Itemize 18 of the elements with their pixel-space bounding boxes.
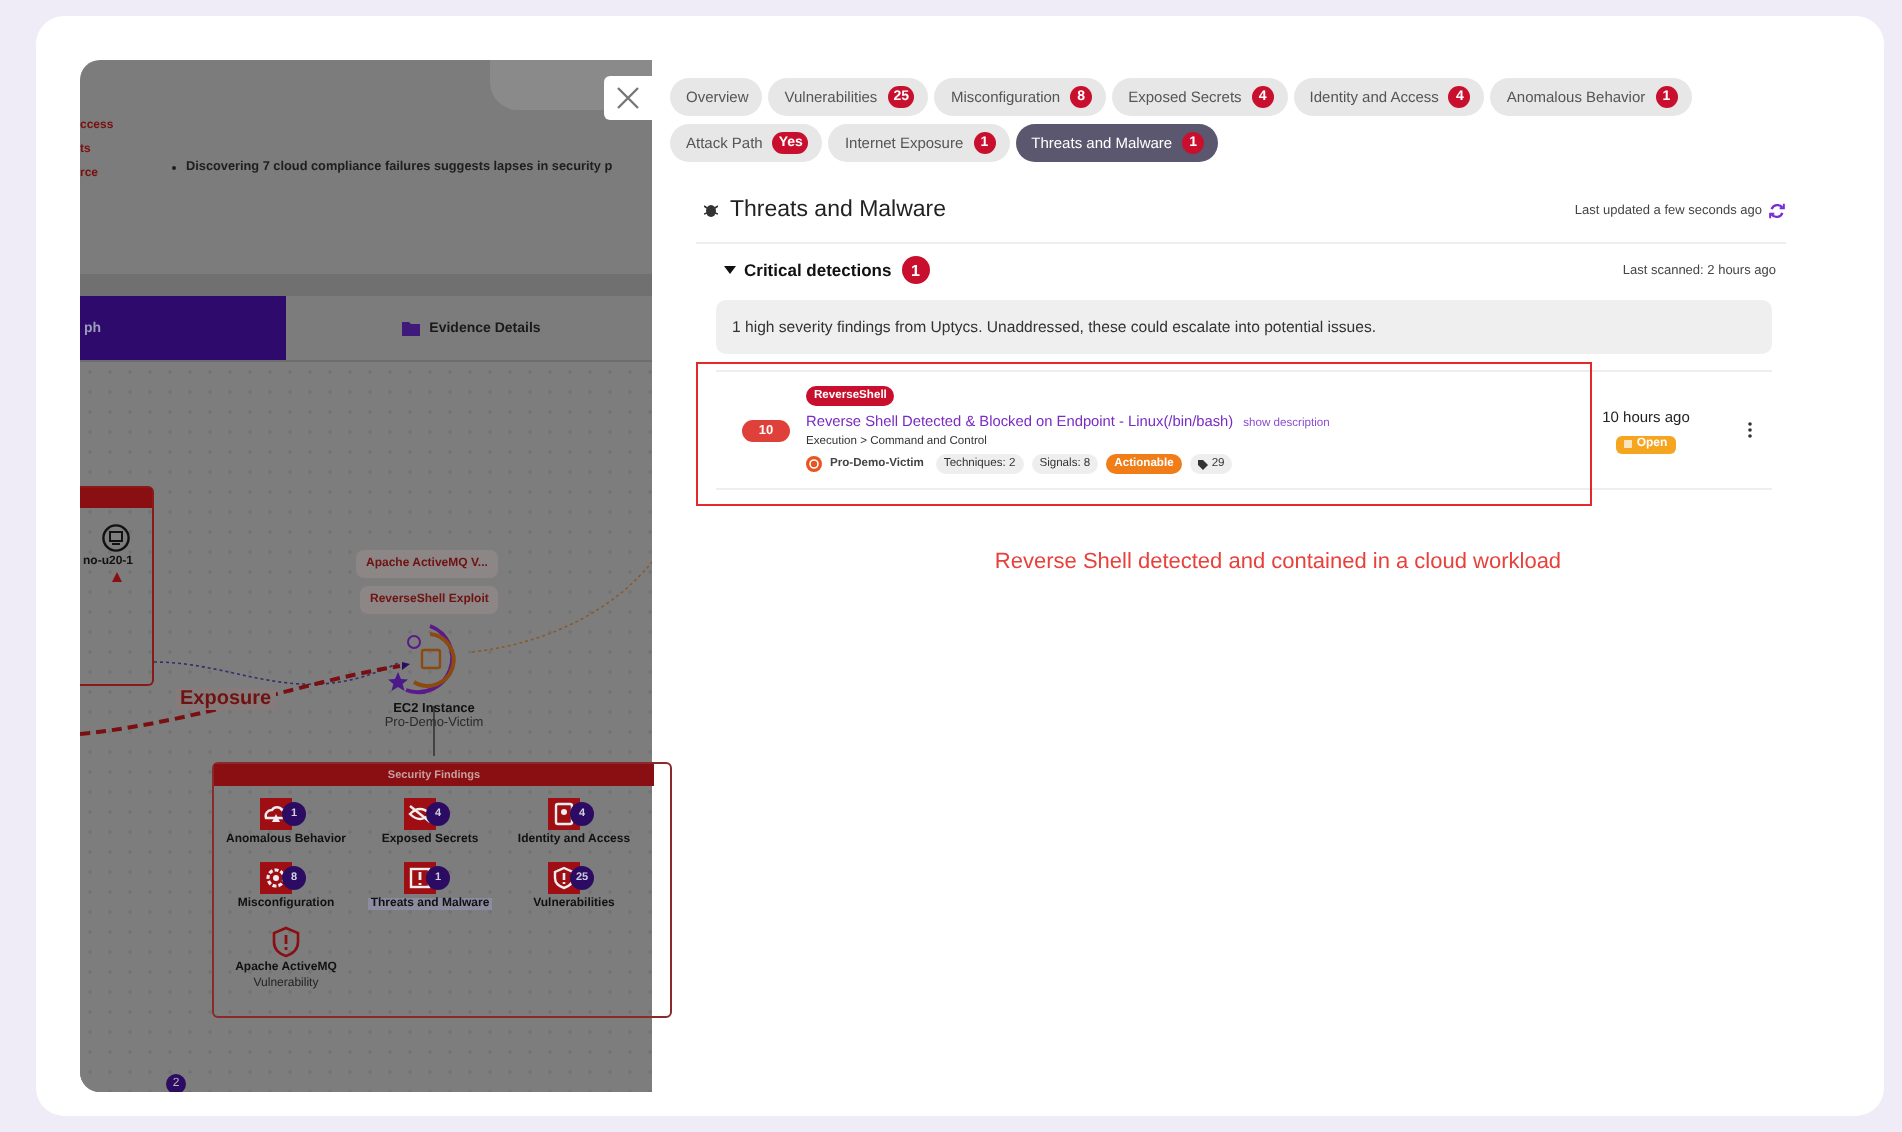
shield-icon bbox=[272, 926, 300, 958]
count-badge: 1 bbox=[901, 256, 930, 284]
tag-icon bbox=[1197, 459, 1208, 469]
refresh-icon[interactable] bbox=[1768, 201, 1786, 219]
edge-label: Exposure bbox=[176, 688, 276, 710]
folder-icon bbox=[401, 321, 420, 335]
warning-icon bbox=[111, 572, 121, 582]
section-title: Threats and Malware bbox=[730, 198, 947, 222]
annotation-caption: Reverse Shell detected and contained in a cloud workload bbox=[992, 550, 1564, 574]
status-icon bbox=[1624, 440, 1633, 448]
bug-icon bbox=[704, 202, 718, 218]
group-toggle[interactable]: Critical detections bbox=[724, 260, 892, 280]
connector-line bbox=[433, 705, 435, 757]
close-icon bbox=[616, 86, 640, 110]
close-button[interactable] bbox=[604, 76, 652, 120]
node-header bbox=[80, 488, 152, 508]
computer-icon bbox=[102, 524, 130, 552]
caret-icon bbox=[724, 266, 736, 274]
